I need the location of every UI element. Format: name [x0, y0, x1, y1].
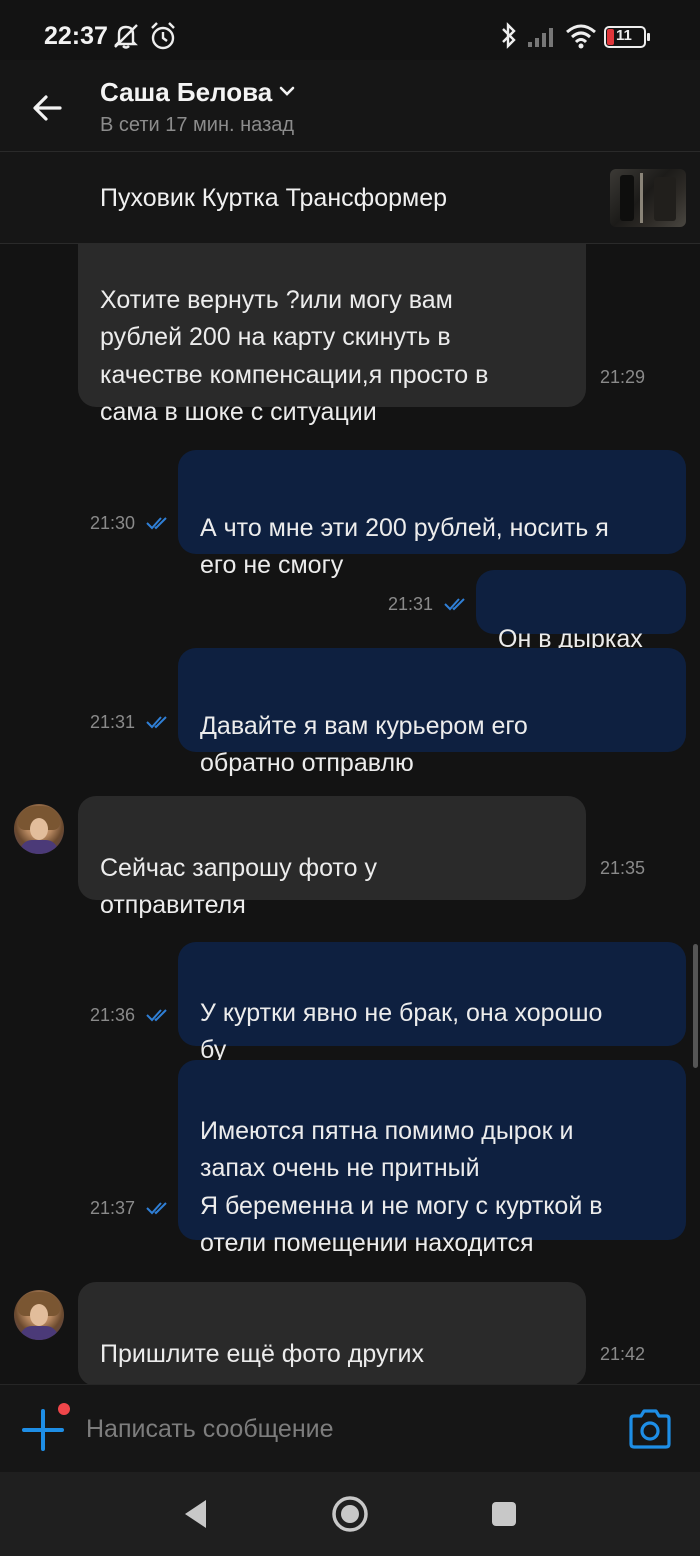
nav-back-icon[interactable] — [182, 1498, 210, 1530]
message-bubble[interactable]: Пришлите ещё фото других дверок для срав… — [78, 1282, 586, 1384]
double-check-icon — [146, 1202, 167, 1215]
alarm-icon — [151, 22, 175, 50]
message-text: Пришлите ещё фото других дверок для срав… — [100, 1339, 453, 1385]
notification-dot — [58, 1403, 70, 1415]
double-check-icon — [146, 517, 167, 530]
message-bubble[interactable]: Сейчас запрошу фото у отправителя — [78, 796, 586, 919]
message-time: 21:37 — [90, 1198, 136, 1218]
message-bubble[interactable]: Хотите вернуть ?или могу вам рублей 200 … — [78, 244, 586, 426]
message-text: Давайте я вам курьером его обратно отпра… — [200, 711, 528, 778]
message-bubble[interactable]: У куртки явно не брак, она хорошо бу — [178, 942, 686, 1064]
back-arrow-icon[interactable] — [26, 86, 70, 130]
message-bubble[interactable]: А что мне эти 200 рублей, носить я его н… — [178, 450, 686, 579]
listing-bar[interactable]: Пуховик Куртка Трансформер — [0, 152, 700, 244]
bluetooth-icon — [502, 22, 516, 49]
message-time: 21:31 — [388, 594, 434, 614]
system-nav-bar — [0, 1472, 700, 1556]
wifi-icon — [566, 24, 596, 49]
message-list[interactable]: Хотите вернуть ?или могу вам рублей 200 … — [0, 244, 700, 1384]
message-time: 21:42 — [600, 1344, 646, 1364]
message-text: Имеются пятна помимо дырок и запах очень… — [200, 1116, 603, 1258]
double-check-icon — [444, 598, 465, 611]
nav-home-icon[interactable] — [330, 1494, 370, 1534]
message-time: 21:36 — [90, 1005, 136, 1025]
listing-title[interactable]: Пуховик Куртка Трансформер — [100, 184, 447, 213]
signal-icon — [528, 28, 553, 47]
message-bubble[interactable]: Он в дырках — [476, 570, 686, 653]
status-bar: 22:37 11 — [0, 0, 700, 60]
message-time: 21:35 — [600, 858, 646, 878]
contact-status: В сети 17 мин. назад — [100, 114, 295, 136]
battery-icon: 11 — [604, 26, 650, 48]
scrollbar[interactable] — [693, 944, 698, 1068]
message-bubble[interactable]: Давайте я вам курьером его обратно отпра… — [178, 648, 686, 777]
nav-recents-icon[interactable] — [490, 1500, 518, 1528]
listing-thumbnail[interactable] — [610, 169, 686, 227]
message-time: 21:30 — [90, 513, 136, 533]
camera-icon[interactable] — [626, 1407, 674, 1451]
mute-icon — [114, 24, 138, 49]
message-bubble[interactable]: Имеются пятна помимо дырок и запах очень… — [178, 1060, 686, 1257]
double-check-icon — [146, 716, 167, 729]
message-time: 21:29 — [600, 367, 646, 387]
message-input[interactable] — [86, 1407, 586, 1451]
message-time: 21:31 — [90, 712, 136, 732]
chevron-down-icon[interactable] — [278, 84, 296, 98]
composer-bar — [0, 1384, 700, 1472]
battery-level: 11 — [616, 27, 632, 44]
contact-name[interactable]: Саша Белова — [100, 77, 272, 108]
plus-icon[interactable] — [20, 1407, 66, 1453]
status-time: 22:37 — [44, 22, 108, 50]
chat-header: Саша Белова В сети 17 мин. назад — [0, 60, 700, 152]
double-check-icon — [146, 1009, 167, 1022]
message-text: У куртки явно не брак, она хорошо бу — [200, 998, 603, 1065]
avatar[interactable] — [14, 804, 64, 854]
message-text: Сейчас запрошу фото у отправителя — [100, 853, 377, 920]
avatar[interactable] — [14, 1290, 64, 1340]
message-text: Хотите вернуть ?или могу вам рублей 200 … — [100, 285, 489, 427]
